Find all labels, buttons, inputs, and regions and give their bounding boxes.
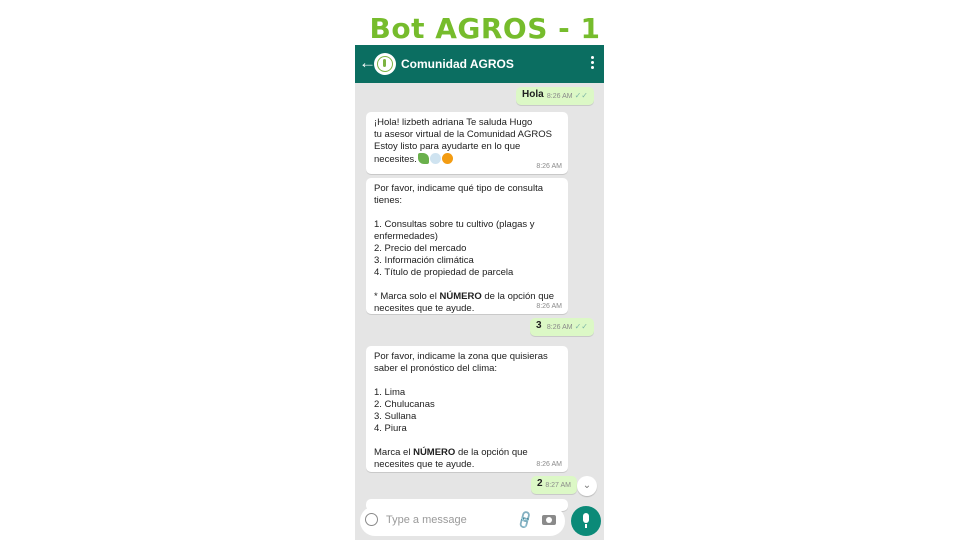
message-time: 8:26 AM bbox=[536, 461, 562, 468]
message-note-pre: Marca el bbox=[374, 447, 414, 458]
message-outgoing[interactable]: 3 8:26 AM ✓✓ bbox=[530, 318, 594, 336]
message-line: 3. Información climática bbox=[374, 255, 474, 266]
attach-icon[interactable]: 🔗 bbox=[514, 509, 536, 531]
message-incoming[interactable]: ¡Hola! lizbeth adriana Te saluda Hugo tu… bbox=[366, 112, 568, 174]
mic-icon bbox=[583, 513, 589, 523]
message-note-bold: NÚMERO bbox=[413, 447, 456, 458]
message-note-post: de la opción que bbox=[455, 447, 528, 458]
message-note-last: necesites que te ayude. bbox=[374, 303, 475, 314]
message-list[interactable]: Hola 8:26 AM ✓✓ ¡Hola! lizbeth adriana Te… bbox=[355, 83, 604, 511]
message-line bbox=[374, 279, 560, 291]
message-line: necesites. bbox=[374, 154, 417, 165]
seedling-emoji-icon bbox=[417, 153, 429, 164]
double-check-icon: ✓✓ bbox=[574, 322, 588, 331]
message-note-bold: NÚMERO bbox=[439, 291, 482, 302]
message-line: 1. Lima bbox=[374, 387, 406, 398]
cloud-sun-emoji-icon bbox=[429, 153, 441, 164]
message-incoming[interactable]: Por favor, indicame qué tipo de consulta… bbox=[366, 178, 568, 314]
message-line: 4. Piura bbox=[374, 423, 407, 434]
message-text: Hola bbox=[522, 89, 544, 100]
message-time: 8:26 AM bbox=[546, 324, 573, 331]
message-line: 3. Sullana bbox=[374, 411, 417, 422]
slide-title: Bot AGROS - 1 bbox=[369, 12, 601, 45]
message-time: 8:26 AM bbox=[536, 303, 562, 310]
message-text: 3 bbox=[536, 320, 542, 331]
double-check-icon: ✓✓ bbox=[574, 91, 588, 100]
message-line: enfermedades) bbox=[374, 231, 438, 242]
message-time: 8:27 AM bbox=[545, 482, 571, 489]
message-line: 1. Consultas sobre tu cultivo (plagas y bbox=[374, 219, 535, 230]
emoji-icon[interactable] bbox=[365, 513, 378, 526]
message-text: 2 bbox=[537, 478, 543, 489]
message-line: Estoy listo para ayudarte en lo que bbox=[374, 141, 521, 152]
message-input[interactable]: Type a message bbox=[386, 514, 467, 526]
message-outgoing[interactable]: 2 8:27 AM bbox=[531, 476, 577, 494]
message-time: 8:26 AM bbox=[536, 163, 562, 170]
message-time: 8:26 AM bbox=[546, 93, 573, 100]
message-line: 2. Chulucanas bbox=[374, 399, 435, 410]
message-line bbox=[374, 435, 560, 447]
message-line: tienes: bbox=[374, 195, 402, 206]
message-line: ¡Hola! lizbeth adriana Te saluda Hugo bbox=[374, 117, 533, 128]
message-line: 2. Precio del mercado bbox=[374, 243, 467, 254]
message-note-last: necesites que te ayude. bbox=[374, 459, 475, 470]
orange-emoji-icon bbox=[441, 153, 453, 164]
mic-button[interactable] bbox=[571, 506, 601, 536]
message-line bbox=[374, 375, 560, 387]
avatar-logo-icon[interactable] bbox=[374, 53, 396, 75]
message-note-pre: * Marca solo el bbox=[374, 291, 440, 302]
phone-screen: ← Comunidad AGROS Hola 8:26 AM ✓✓ ¡Hola! … bbox=[355, 45, 604, 540]
message-line bbox=[374, 207, 560, 219]
message-line: tu asesor virtual de la Comunidad AGROS bbox=[374, 129, 552, 140]
message-input-bar[interactable]: Type a message 🔗 bbox=[360, 506, 565, 536]
chat-name[interactable]: Comunidad AGROS bbox=[401, 57, 514, 71]
scroll-down-icon[interactable]: ⌄ bbox=[577, 476, 597, 496]
camera-icon[interactable] bbox=[542, 515, 556, 525]
message-note-post: de la opción que bbox=[481, 291, 555, 302]
more-vert-icon[interactable] bbox=[591, 56, 594, 71]
message-outgoing[interactable]: Hola 8:26 AM ✓✓ bbox=[516, 87, 594, 105]
message-incoming[interactable]: Por favor, indicame la zona que quisiera… bbox=[366, 346, 568, 472]
message-line: Por favor, indicame la zona que quisiera… bbox=[374, 351, 548, 362]
message-line: saber el pronóstico del clima: bbox=[374, 363, 498, 374]
message-line: 4. Título de propiedad de parcela bbox=[374, 267, 514, 278]
app-bar: ← Comunidad AGROS bbox=[355, 45, 604, 83]
message-line: Por favor, indicame qué tipo de consulta bbox=[374, 183, 543, 194]
